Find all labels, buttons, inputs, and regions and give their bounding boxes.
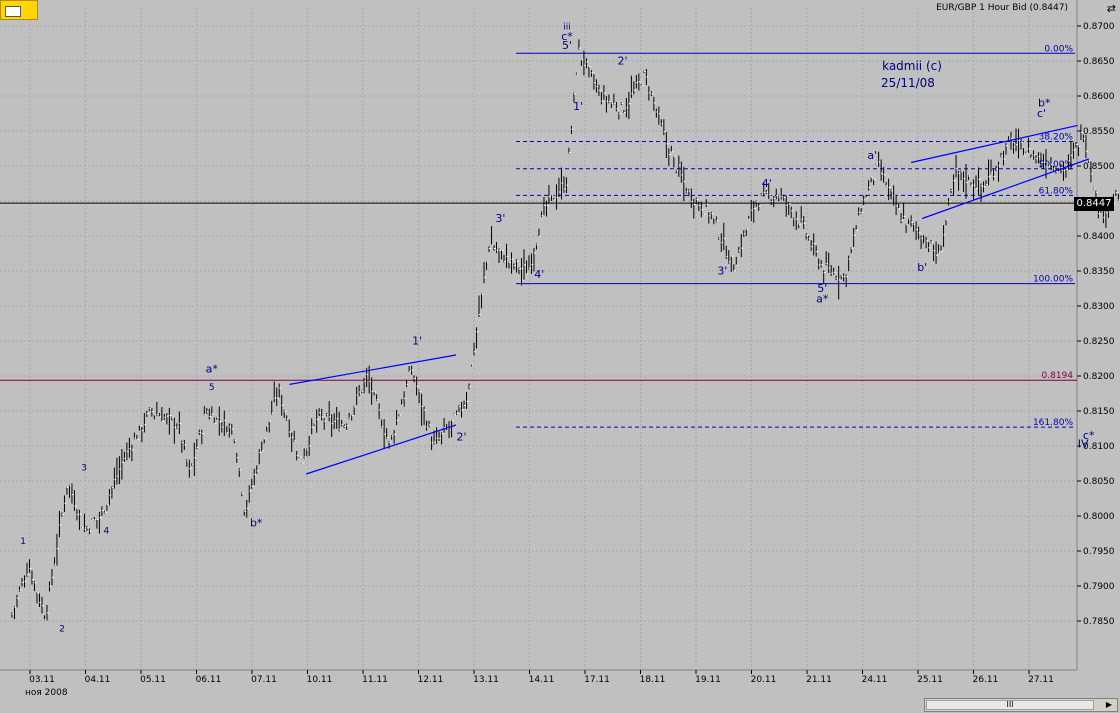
scroll-thumb[interactable]: III (926, 700, 1094, 710)
x-tick-label: 14.11 (529, 675, 555, 685)
y-tick-label: 0.8650 (1083, 57, 1115, 67)
y-tick-label: 0.8350 (1083, 267, 1115, 277)
fib-level-label: 100.00% (1033, 275, 1073, 285)
price-chart[interactable]: 0.87000.86500.86000.85500.85000.84500.84… (0, 0, 1120, 713)
x-tick-label: 06.11 (196, 675, 222, 685)
price-axis-panel (1077, 0, 1120, 713)
wave-label: 1' (412, 335, 422, 348)
wave-label: b' (917, 261, 927, 274)
grid-toggle-button[interactable] (0, 0, 38, 20)
x-tick-label: 13.11 (473, 675, 499, 685)
x-tick-label: 26.11 (973, 675, 999, 685)
x-tick-label: 04.11 (85, 675, 111, 685)
wave-label: 4' (534, 268, 544, 281)
wave-label: a' (867, 149, 877, 162)
y-tick-label: 0.7950 (1083, 547, 1115, 557)
y-tick-label: 0.8150 (1083, 407, 1115, 417)
x-tick-label: 17.11 (584, 675, 610, 685)
x-tick-label: 24.11 (862, 675, 888, 685)
x-tick-label: 05.11 (140, 675, 166, 685)
y-tick-label: 0.7900 (1083, 582, 1115, 592)
scroll-right-arrow-icon[interactable]: ▶ (1102, 700, 1116, 710)
y-tick-label: 0.8250 (1083, 337, 1115, 347)
x-tick-label: 27.11 (1028, 675, 1054, 685)
x-tick-label: 25.11 (917, 675, 943, 685)
wave-label: 2' (457, 430, 467, 443)
y-tick-label: 0.7850 (1083, 617, 1115, 627)
wave-label: 3' (495, 212, 505, 225)
wave-label: c' (1037, 107, 1046, 120)
grid-toggle-icon (5, 6, 21, 17)
wave-label: a* (816, 293, 829, 306)
fib-level-label: 0.00% (1044, 44, 1073, 54)
y-tick-label: 0.8400 (1083, 232, 1115, 242)
fib-level-label: 161.80% (1033, 418, 1073, 428)
x-tick-label: 20.11 (751, 675, 777, 685)
horizontal-scrollbar[interactable]: III ▶ (924, 698, 1118, 712)
wave-label: 5 (209, 383, 215, 393)
x-tick-label: 21.11 (806, 675, 832, 685)
x-tick-label: 10.11 (307, 675, 333, 685)
chart-title: EUR/GBP 1 Hour Bid (0.8447) (936, 3, 1068, 13)
x-tick-label: 11.11 (362, 675, 388, 685)
wave-label: 2 (59, 625, 65, 635)
wave-label: 3' (717, 265, 727, 278)
wave-label: 4 (103, 527, 109, 537)
fib-level-label: 38.20% (1039, 133, 1074, 143)
y-tick-label: 0.8300 (1083, 302, 1115, 312)
x-tick-label: 07.11 (251, 675, 277, 685)
annotation-date: 25/11/08 (881, 76, 935, 90)
wave-label: b* (250, 517, 263, 530)
y-tick-label: 0.8200 (1083, 372, 1115, 382)
annotation-author: kadmii (c) (882, 59, 942, 73)
wave-label: 2' (617, 55, 627, 68)
y-tick-label: 0.8700 (1083, 22, 1115, 32)
wave-label: a* (206, 363, 219, 376)
wave-label: 5' (562, 39, 572, 52)
wave-label: 4' (762, 177, 772, 190)
y-tick-label: 0.8000 (1083, 512, 1115, 522)
y-tick-label: 0.8500 (1083, 162, 1115, 172)
y-tick-label: 0.8550 (1083, 127, 1115, 137)
x-tick-label: 12.11 (418, 675, 444, 685)
expand-arrows-icon[interactable]: ⇄ (1107, 2, 1116, 15)
magenta-level-label: 0.8194 (1042, 371, 1074, 381)
wave-label: IV (1078, 437, 1089, 450)
plot-area (0, 8, 1077, 670)
wave-label: 1 (20, 537, 26, 547)
y-tick-label: 0.8600 (1083, 92, 1115, 102)
x-tick-label: 19.11 (695, 675, 721, 685)
x-tick-label: 03.11 (29, 675, 55, 685)
wave-label: 1' (573, 100, 583, 113)
current-price-tag: 0.8447 (1074, 197, 1114, 211)
month-label: ноя 2008 (25, 688, 68, 698)
wave-label: 3 (81, 464, 87, 474)
y-tick-label: 0.8050 (1083, 477, 1115, 487)
fib-level-label: 61.80% (1039, 186, 1074, 196)
x-tick-label: 18.11 (640, 675, 666, 685)
